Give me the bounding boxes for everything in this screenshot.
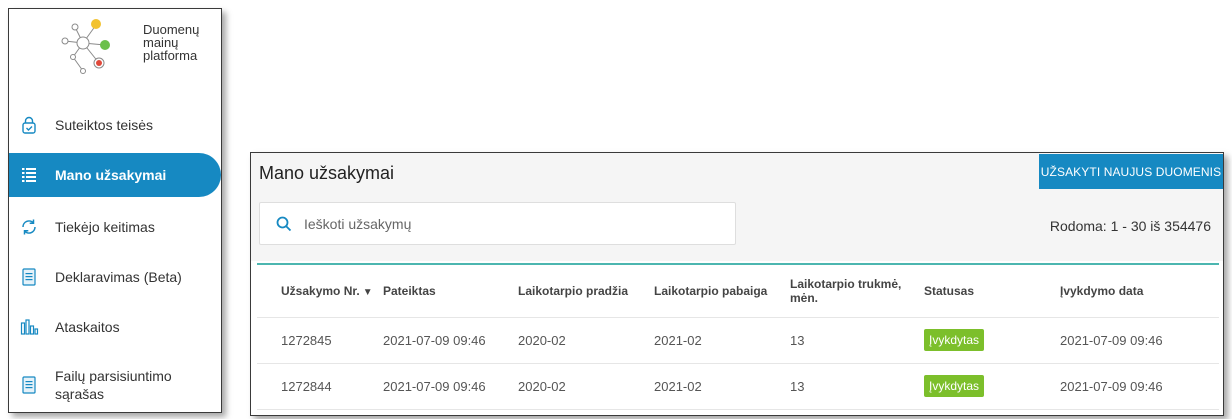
- cell-fulfilled-date: 2021-07-09 09:46: [1060, 363, 1219, 410]
- platform-logo[interactable]: Duomenų mainų platforma: [53, 13, 203, 83]
- bar-chart-icon: [20, 319, 39, 335]
- cell-duration: 13: [790, 363, 924, 410]
- sidebar-item-granted-rights[interactable]: Suteiktos teisės: [9, 103, 221, 147]
- sidebar-item-my-orders[interactable]: Mano užsakymai: [9, 153, 221, 197]
- document-icon: [22, 268, 36, 286]
- search-box[interactable]: [259, 202, 736, 245]
- status-badge: Įvykdytas: [924, 329, 985, 351]
- table-row[interactable]: 1272844 2021-07-09 09:46 2020-02 2021-02…: [257, 363, 1219, 410]
- search-input[interactable]: [304, 213, 724, 235]
- table-header-row: Užsakymo Nr. ▼ Pateiktas Laikotarpio prad…: [257, 265, 1219, 318]
- sidebar-item-label: Suteiktos teisės: [55, 117, 154, 133]
- search-icon: [276, 216, 292, 232]
- cell-submitted: 2021-07-09 09:46: [383, 317, 518, 364]
- cell-order-no: 1272844: [257, 363, 383, 410]
- sidebar-item-label: Tiekėjo keitimas: [55, 219, 155, 235]
- column-header-status: Statusas: [924, 265, 1060, 318]
- sidebar-item-supplier-change[interactable]: Tiekėjo keitimas: [9, 205, 221, 249]
- order-new-data-button[interactable]: UŽSAKYTI NAUJUS DUOMENIS: [1039, 154, 1223, 189]
- orders-table-container: Užsakymo Nr. ▼ Pateiktas Laikotarpio prad…: [257, 263, 1219, 410]
- sidebar: Duomenų mainų platforma Suteiktos teisės…: [8, 8, 222, 413]
- sidebar-item-reports[interactable]: Ataskaitos: [9, 305, 221, 349]
- table-row[interactable]: 1272845 2021-07-09 09:46 2020-02 2021-02…: [257, 317, 1219, 364]
- cell-status: Įvykdytas: [924, 363, 1060, 410]
- sidebar-item-file-downloads[interactable]: Failų parsisiuntimo sąrašas: [9, 363, 221, 407]
- orders-table: Užsakymo Nr. ▼ Pateiktas Laikotarpio prad…: [257, 265, 1219, 410]
- column-header-duration-line2: mėn.: [790, 290, 819, 305]
- column-header-duration-line1: Laikotarpio trukmė,: [790, 276, 902, 291]
- cell-period-start: 2020-02: [518, 317, 654, 364]
- orders-panel: Mano užsakymai UŽSAKYTI NAUJUS DUOMENIS …: [250, 152, 1224, 416]
- cell-order-no: 1272845: [257, 317, 383, 364]
- sort-down-icon[interactable]: ▼: [363, 287, 373, 298]
- sidebar-item-label: Ataskaitos: [55, 319, 120, 335]
- column-header-submitted: Pateiktas: [383, 265, 518, 318]
- cell-period-end: 2021-02: [654, 363, 790, 410]
- sidebar-item-label-line2: sąrašas: [55, 386, 105, 402]
- column-header-duration: Laikotarpio trukmė, mėn.: [790, 265, 924, 318]
- results-count: Rodoma: 1 - 30 iš 354476: [1049, 218, 1211, 234]
- column-header-fulfilled-date: Įvykdymo data: [1060, 265, 1219, 318]
- lock-check-icon: [22, 116, 36, 134]
- network-logo-icon: [61, 19, 110, 74]
- logo-text: Duomenų mainų platforma: [143, 23, 199, 62]
- column-header-label: Užsakymo Nr.: [281, 283, 360, 298]
- logo-line: platforma: [143, 48, 198, 63]
- sidebar-item-label: Failų parsisiuntimo sąrašas: [55, 367, 172, 403]
- status-badge: Įvykdytas: [924, 375, 985, 397]
- orders-panel-header: Mano užsakymai UŽSAKYTI NAUJUS DUOMENIS …: [251, 153, 1223, 261]
- cell-period-end: 2021-02: [654, 317, 790, 364]
- sidebar-item-label-line1: Failų parsisiuntimo: [55, 368, 172, 384]
- cell-fulfilled-date: 2021-07-09 09:46: [1060, 317, 1219, 364]
- document-icon: [22, 376, 36, 394]
- refresh-icon: [22, 219, 36, 235]
- page-title: Mano užsakymai: [259, 163, 395, 183]
- cell-submitted: 2021-07-09 09:46: [383, 363, 518, 410]
- cell-duration: 13: [790, 317, 924, 364]
- column-header-period-end: Laikotarpio pabaiga: [654, 265, 790, 318]
- cell-period-start: 2020-02: [518, 363, 654, 410]
- column-header-period-start: Laikotarpio pradžia: [518, 265, 654, 318]
- sidebar-item-label: Deklaravimas (Beta): [55, 269, 182, 285]
- list-icon: [22, 168, 36, 182]
- sidebar-item-label: Mano užsakymai: [55, 167, 167, 183]
- sidebar-item-declaration[interactable]: Deklaravimas (Beta): [9, 255, 221, 299]
- column-header-order-no[interactable]: Užsakymo Nr. ▼: [257, 265, 383, 318]
- cell-status: Įvykdytas: [924, 317, 1060, 364]
